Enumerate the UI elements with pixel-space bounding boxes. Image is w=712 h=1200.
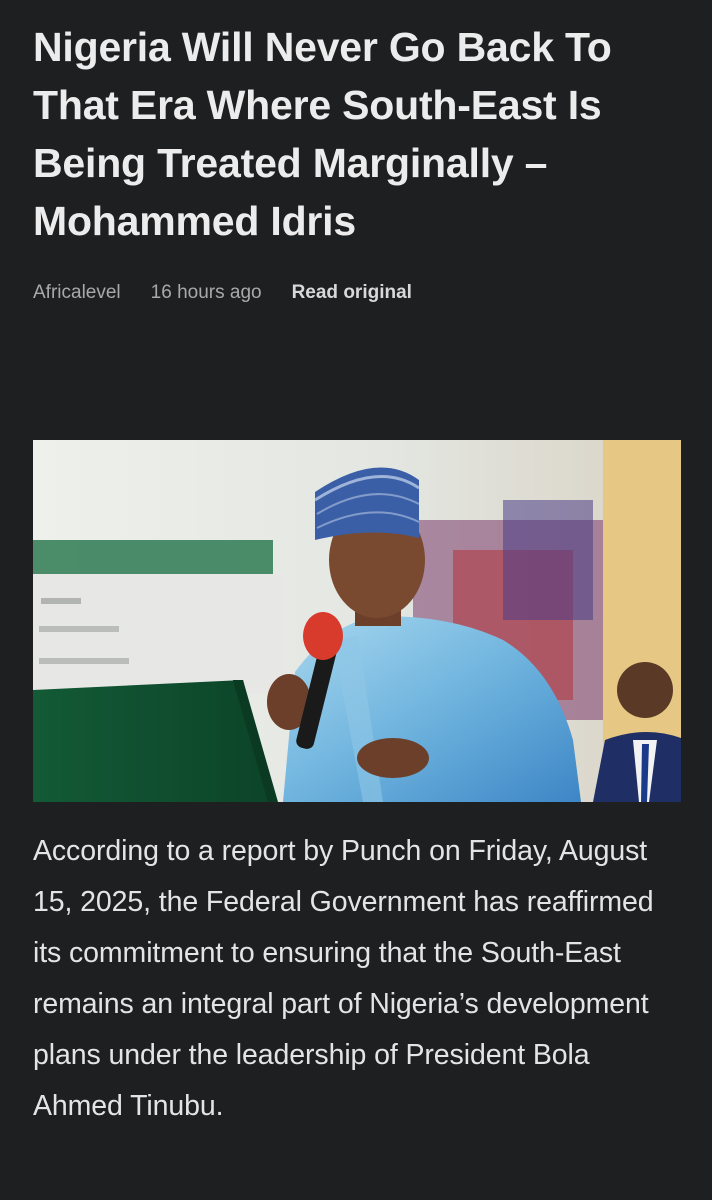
hero-photo <box>33 440 681 802</box>
article-headline: Nigeria Will Never Go Back To That Era W… <box>33 24 612 244</box>
source-name[interactable]: Africalevel <box>33 280 121 306</box>
published-time: 16 hours ago <box>150 282 262 303</box>
read-original-link[interactable]: Read original <box>292 280 412 306</box>
article-meta: Africalevel 16 hours ago Read original <box>33 280 681 306</box>
article-header: Nigeria Will Never Go Back To That Era W… <box>33 18 681 306</box>
article-hero-image <box>33 440 681 802</box>
article-body: According to a report by Punch on Friday… <box>33 835 654 1122</box>
